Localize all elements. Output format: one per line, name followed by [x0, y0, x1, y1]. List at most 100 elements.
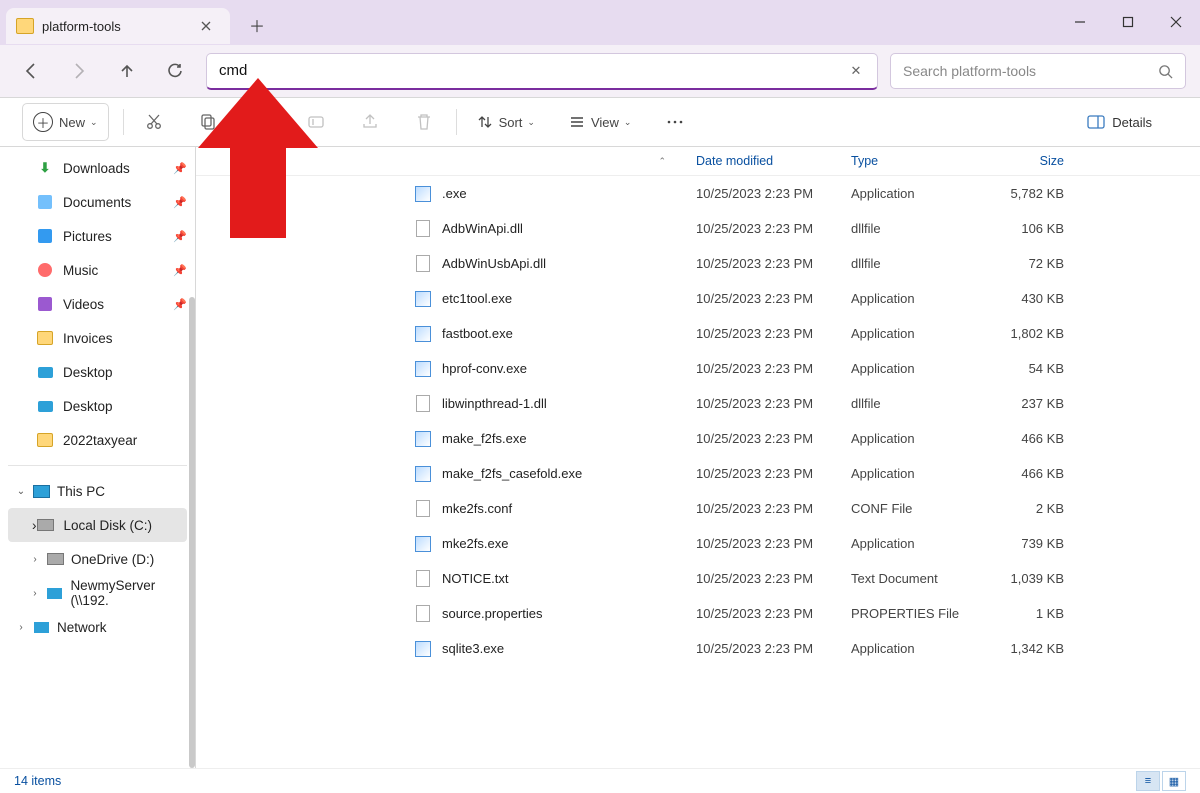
main: ⬇Downloads📌Documents📌Pictures📌Music📌Vide… — [0, 147, 1200, 768]
column-date[interactable]: Date modified — [696, 154, 851, 168]
search-icon — [1158, 64, 1173, 79]
fld-icon — [36, 329, 54, 347]
file-date: 10/25/2023 2:23 PM — [696, 361, 851, 376]
sidebar-item[interactable]: Documents📌 — [0, 185, 195, 219]
file-row[interactable]: sqlite3.exe10/25/2023 2:23 PMApplication… — [196, 631, 1200, 666]
sidebar-item-thispc[interactable]: ⌄ This PC — [0, 474, 195, 508]
status-bar: 14 items ≡ ▦ — [0, 768, 1200, 793]
sidebar-item[interactable]: Videos📌 — [0, 287, 195, 321]
file-date: 10/25/2023 2:23 PM — [696, 326, 851, 341]
up-button[interactable] — [110, 54, 144, 88]
copy-button[interactable] — [190, 107, 226, 137]
file-size: 2 KB — [979, 501, 1064, 516]
sidebar-item[interactable]: ⬇Downloads📌 — [0, 151, 195, 185]
title-bar: platform-tools ＋ — [0, 0, 1200, 45]
address-bar-row: ✕ Search platform-tools — [0, 45, 1200, 98]
pin-icon: 📌 — [173, 162, 187, 175]
file-type: dllfile — [851, 396, 979, 411]
grid-view-button[interactable]: ▦ — [1162, 771, 1186, 791]
back-button[interactable] — [14, 54, 48, 88]
sidebar-item-drive[interactable]: ›Local Disk (C:) — [8, 508, 187, 542]
file-row[interactable]: AdbWinApi.dll10/25/2023 2:23 PMdllfile10… — [196, 211, 1200, 246]
file-icon — [414, 535, 432, 553]
window-controls — [1056, 0, 1200, 44]
file-icon — [414, 255, 432, 273]
column-name[interactable]: ⌃ — [414, 156, 696, 167]
rename-button[interactable] — [298, 107, 334, 137]
file-row[interactable]: hprof-conv.exe 10/25/2023 2:23 PMApplicat… — [196, 351, 1200, 386]
file-row[interactable]: AdbWinUsbApi.dll10/25/2023 2:23 PMdllfil… — [196, 246, 1200, 281]
more-button[interactable] — [657, 107, 693, 137]
sidebar-scrollbar[interactable] — [189, 297, 195, 768]
file-date: 10/25/2023 2:23 PM — [696, 501, 851, 516]
file-size: 466 KB — [979, 466, 1064, 481]
chevron-down-icon: ⌄ — [14, 486, 28, 497]
view-button[interactable]: View ⌄ — [561, 107, 640, 137]
new-tab-button[interactable]: ＋ — [242, 10, 272, 40]
address-input[interactable] — [217, 61, 845, 80]
column-type[interactable]: Type — [851, 154, 979, 168]
copy-icon — [198, 112, 218, 132]
file-row[interactable]: mke2fs.conf10/25/2023 2:23 PMCONF File2 … — [196, 491, 1200, 526]
sidebar-item-label: Pictures — [63, 229, 112, 244]
file-size: 1 KB — [979, 606, 1064, 621]
sidebar-item-label: Desktop — [63, 399, 113, 414]
file-row[interactable]: .exe10/25/2023 2:23 PMApplication5,782 K… — [196, 176, 1200, 211]
sidebar-item[interactable]: Invoices — [0, 321, 195, 355]
sort-caret-icon: ⌃ — [658, 156, 666, 167]
forward-button[interactable] — [62, 54, 96, 88]
file-row[interactable]: libwinpthread-1.dll10/25/2023 2:23 PMdll… — [196, 386, 1200, 421]
sidebar-item[interactable]: Desktop — [0, 389, 195, 423]
column-size[interactable]: Size — [979, 154, 1064, 168]
search-box[interactable]: Search platform-tools — [890, 53, 1186, 89]
file-name: hprof-conv.exe — [442, 361, 527, 376]
file-row[interactable]: etc1tool.exe10/25/2023 2:23 PMApplicatio… — [196, 281, 1200, 316]
file-row[interactable]: NOTICE.txt10/25/2023 2:23 PMText Documen… — [196, 561, 1200, 596]
file-name: source.properties — [442, 606, 542, 621]
file-size: 739 KB — [979, 536, 1064, 551]
details-view-button[interactable]: ≡ — [1136, 771, 1160, 791]
sidebar-item[interactable]: Desktop — [0, 355, 195, 389]
file-row[interactable]: fastboot.exe10/25/2023 2:23 PMApplicatio… — [196, 316, 1200, 351]
sidebar-item-label: Downloads — [63, 161, 130, 176]
sidebar-item-drive[interactable]: ›NewmyServer (\\192. — [0, 576, 195, 610]
file-type: Application — [851, 536, 979, 551]
sidebar-item[interactable]: Pictures📌 — [0, 219, 195, 253]
file-row[interactable]: make_f2fs_casefold.exe10/25/2023 2:23 PM… — [196, 456, 1200, 491]
file-row[interactable]: make_f2fs.exe10/25/2023 2:23 PMApplicati… — [196, 421, 1200, 456]
file-size: 106 KB — [979, 221, 1064, 236]
sidebar-item[interactable]: Music📌 — [0, 253, 195, 287]
refresh-button[interactable] — [158, 54, 192, 88]
divider — [456, 109, 457, 135]
file-date: 10/25/2023 2:23 PM — [696, 536, 851, 551]
view-icon — [569, 114, 585, 130]
file-name: make_f2fs.exe — [442, 431, 527, 446]
item-count: 14 items — [14, 774, 61, 788]
file-date: 10/25/2023 2:23 PM — [696, 256, 851, 271]
new-button[interactable]: ＋ New ⌄ — [22, 103, 109, 141]
file-type: CONF File — [851, 501, 979, 516]
minimize-button[interactable] — [1056, 0, 1104, 44]
sidebar-item-drive[interactable]: ›OneDrive (D:) — [0, 542, 195, 576]
net-icon — [46, 584, 64, 602]
share-icon — [360, 112, 380, 132]
close-tab-button[interactable] — [196, 16, 216, 36]
details-pane-button[interactable]: Details — [1079, 107, 1160, 137]
delete-button[interactable] — [406, 107, 442, 137]
file-type: Application — [851, 361, 979, 376]
file-name: sqlite3.exe — [442, 641, 504, 656]
sidebar-item-network[interactable]: › Network — [0, 610, 195, 644]
file-row[interactable]: mke2fs.exe10/25/2023 2:23 PMApplication7… — [196, 526, 1200, 561]
cut-button[interactable] — [136, 107, 172, 137]
address-bar[interactable]: ✕ — [206, 53, 878, 90]
file-type: Text Document — [851, 571, 979, 586]
file-row[interactable]: source.properties10/25/2023 2:23 PMPROPE… — [196, 596, 1200, 631]
maximize-button[interactable] — [1104, 0, 1152, 44]
sidebar-item[interactable]: 2022taxyear — [0, 423, 195, 457]
close-window-button[interactable] — [1152, 0, 1200, 44]
clear-address-button[interactable]: ✕ — [845, 63, 867, 79]
pin-icon: 📌 — [173, 298, 187, 311]
sort-button[interactable]: Sort ⌄ — [469, 107, 543, 137]
window-tab[interactable]: platform-tools — [6, 8, 230, 44]
share-button[interactable] — [352, 107, 388, 137]
